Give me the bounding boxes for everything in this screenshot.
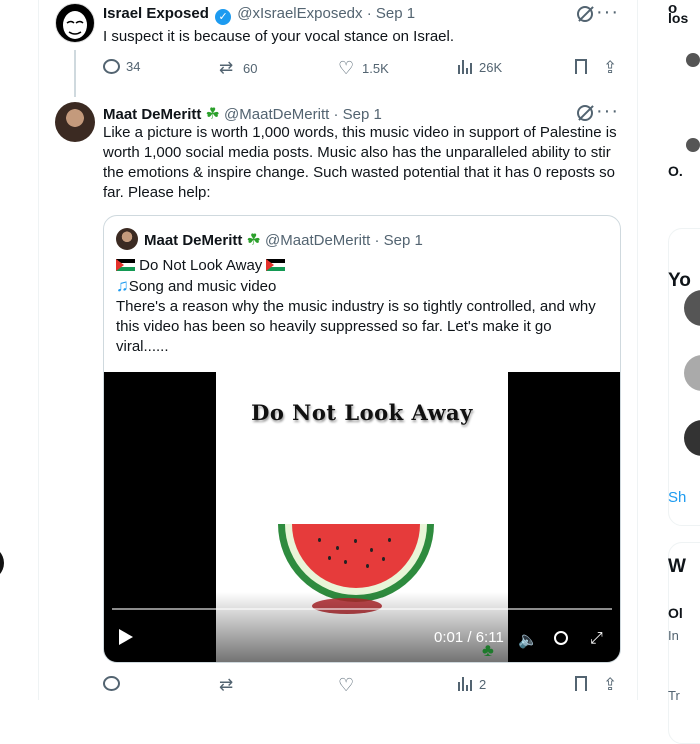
bookmark-button[interactable] <box>575 59 587 74</box>
share-icon: ⇪ <box>603 675 618 694</box>
sidebar-fragment: Yo <box>668 270 691 291</box>
repost-icon: ⇄ <box>219 675 234 694</box>
timestamp[interactable]: · Sep 1 <box>333 106 381 123</box>
quoted-tweet[interactable]: Maat DeMeritt ☘ @MaatDeMeritt · Sep 1 Do… <box>103 215 621 663</box>
grok-icon[interactable] <box>577 105 593 121</box>
quote-title: Do Not Look Away <box>139 257 263 274</box>
show-more-link[interactable]: Sh <box>668 489 700 506</box>
display-name[interactable]: Israel Exposed <box>103 5 209 22</box>
tweet-header: Maat DeMeritt ☘ @MaatDeMeritt · Sep 1 <box>103 104 382 124</box>
like-button[interactable]: ♡ <box>338 676 356 694</box>
reply-button[interactable] <box>103 676 120 691</box>
timeline-right-border <box>637 0 638 700</box>
sidebar-fragment: W <box>668 556 686 577</box>
repost-button[interactable]: ⇄ <box>219 676 237 694</box>
views-count: 2 <box>479 676 487 692</box>
handle[interactable]: @xIsraelExposedx <box>237 5 362 22</box>
avatar[interactable] <box>55 3 95 43</box>
current-time: 0:01 <box>434 629 464 646</box>
quote-display-name: Maat DeMeritt <box>144 232 243 249</box>
music-note-icon: ♫ <box>116 276 129 295</box>
reply-icon <box>103 59 120 74</box>
quote-avatar <box>116 228 138 250</box>
like-icon: ♡ <box>338 675 355 695</box>
share-button[interactable]: ⇪ <box>603 59 621 77</box>
views-button[interactable]: 2 <box>457 676 486 692</box>
bookmark-icon <box>575 676 587 691</box>
quote-handle: @MaatDeMeritt <box>265 232 371 249</box>
quote-text: Do Not Look Away ♫Song and music video T… <box>116 256 606 357</box>
quote-line-1: Do Not Look Away <box>116 256 606 276</box>
like-count: 1.5K <box>362 60 389 76</box>
timeline-left-border <box>38 0 39 700</box>
sidebar-fragment: O. <box>668 163 683 179</box>
more-options-icon[interactable]: ··· <box>596 1 619 24</box>
bookmark-button[interactable] <box>575 676 587 691</box>
like-button[interactable]: ♡ 1.5K <box>338 59 389 77</box>
sidebar-fragment: Tr <box>668 688 680 703</box>
repost-count: 60 <box>243 60 258 76</box>
sidebar-avatar <box>686 138 700 152</box>
palestine-flag-icon <box>266 259 286 271</box>
thread-connector-line <box>74 50 76 97</box>
display-name[interactable]: Maat DeMeritt <box>103 106 201 123</box>
play-icon[interactable] <box>119 629 133 645</box>
sidebar-fragment: los <box>668 10 689 26</box>
avatar[interactable] <box>55 102 95 142</box>
sidebar-fragment: In <box>668 628 679 643</box>
video-title: Do Not Look Away <box>251 400 473 425</box>
grok-icon[interactable] <box>577 6 593 22</box>
quote-subtitle: Song and music video <box>128 278 277 295</box>
views-count: 26K <box>479 59 503 75</box>
reply-count: 34 <box>126 59 141 74</box>
share-button[interactable]: ⇪ <box>603 676 621 694</box>
reply-icon <box>103 676 120 691</box>
palestine-flag-icon <box>116 259 135 271</box>
tweet-text: I suspect it is because of your vocal st… <box>103 28 455 45</box>
fullscreen-icon[interactable]: ⤢ <box>590 630 603 648</box>
action-bar: 34 ⇄ 60 ♡ 1.5K 26K ⇪ <box>103 59 623 79</box>
video-watermark-icon: ♣ <box>482 640 494 660</box>
timestamp[interactable]: · Sep 1 <box>367 5 415 22</box>
views-icon <box>457 676 473 692</box>
bookmark-icon <box>575 59 587 74</box>
video-progress-bar[interactable] <box>112 608 612 610</box>
volume-icon[interactable]: 🔈 <box>518 630 538 650</box>
more-options-icon[interactable]: ··· <box>596 100 619 123</box>
quote-line-3: There's a reason why the music industry … <box>116 298 596 355</box>
settings-icon[interactable] <box>554 631 568 645</box>
time-separator: / <box>463 629 476 646</box>
verified-badge-icon: ✓ <box>215 9 232 25</box>
tweet-header: Israel Exposed ✓ @xIsraelExposedx · Sep … <box>103 5 415 25</box>
clover-icon: ☘ <box>246 232 261 249</box>
reply-button[interactable]: 34 <box>103 59 140 74</box>
views-button[interactable]: 26K <box>457 59 502 75</box>
quote-line-2: ♫Song and music video <box>116 276 606 297</box>
action-bar: ⇄ ♡ 2 ⇪ <box>103 676 623 696</box>
views-icon <box>457 59 473 75</box>
anonymous-mask-icon <box>63 11 87 39</box>
handle[interactable]: @MaatDeMeritt <box>224 106 329 123</box>
share-icon: ⇪ <box>603 58 618 77</box>
video-player[interactable]: Do Not Look Away 0:01 / 6:11 ♣ 🔈 ⤢ <box>104 372 620 662</box>
repost-icon: ⇄ <box>219 58 234 77</box>
tweet-text: Like a picture is worth 1,000 words, thi… <box>103 124 617 201</box>
sidebar-fragment[interactable]: Ol <box>668 605 700 621</box>
repost-button[interactable]: ⇄ 60 <box>219 59 257 77</box>
quote-timestamp: · Sep 1 <box>374 232 423 249</box>
clover-icon: ☘ <box>205 106 220 123</box>
like-icon: ♡ <box>338 58 355 78</box>
left-nav-avatar[interactable] <box>0 546 4 580</box>
video-controls-gradient <box>104 592 620 662</box>
quote-header: Maat DeMeritt ☘ @MaatDeMeritt · Sep 1 <box>144 230 423 250</box>
watermelon-image <box>278 524 434 602</box>
sidebar-avatar <box>686 53 700 67</box>
